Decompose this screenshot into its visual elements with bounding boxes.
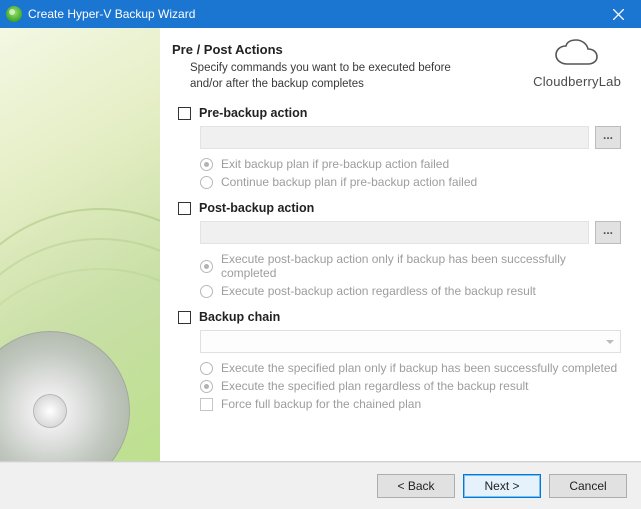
pre-radio-exit-row[interactable]: Exit backup plan if pre-backup action fa… [200, 157, 621, 171]
post-backup-browse-button[interactable]: ... [595, 221, 621, 244]
post-backup-checkbox[interactable] [178, 202, 191, 215]
pre-radio-continue-row[interactable]: Continue backup plan if pre-backup actio… [200, 175, 621, 189]
post-backup-heading: Post-backup action [199, 201, 314, 215]
window-title: Create Hyper-V Backup Wizard [28, 7, 195, 21]
checkbox-icon [200, 398, 213, 411]
pre-backup-browse-button[interactable]: ... [595, 126, 621, 149]
pre-backup-command-input[interactable] [200, 126, 589, 149]
side-art [0, 28, 160, 461]
main-pane: Pre / Post Actions Specify commands you … [160, 28, 641, 461]
radio-icon [200, 362, 213, 375]
chain-force-full-label: Force full backup for the chained plan [221, 397, 421, 411]
page-subtitle: Specify commands you want to be executed… [190, 61, 460, 92]
chain-force-full-row[interactable]: Force full backup for the chained plan [200, 397, 621, 411]
pre-backup-checkbox[interactable] [178, 107, 191, 120]
post-radio-regardless-label: Execute post-backup action regardless of… [221, 284, 536, 298]
radio-icon [200, 260, 213, 273]
pre-backup-heading: Pre-backup action [199, 106, 307, 120]
radio-icon [200, 380, 213, 393]
chain-radio-regardless-label: Execute the specified plan regardless of… [221, 379, 529, 393]
chevron-down-icon [606, 340, 614, 344]
chain-radio-success-label: Execute the specified plan only if backu… [221, 361, 617, 375]
radio-icon [200, 158, 213, 171]
post-radio-success-row[interactable]: Execute post-backup action only if backu… [200, 252, 621, 280]
brand-name: CloudberryLab [533, 74, 621, 89]
close-button[interactable] [596, 0, 641, 28]
back-button[interactable]: < Back [377, 474, 455, 498]
pre-backup-section: Pre-backup action ... Exit backup plan i… [172, 106, 621, 193]
close-icon [613, 9, 624, 20]
app-icon [6, 6, 22, 22]
titlebar: Create Hyper-V Backup Wizard [0, 0, 641, 28]
post-radio-regardless-row[interactable]: Execute post-backup action regardless of… [200, 284, 621, 298]
pre-radio-continue-label: Continue backup plan if pre-backup actio… [221, 175, 477, 189]
post-radio-success-label: Execute post-backup action only if backu… [221, 252, 621, 280]
chain-radio-success-row[interactable]: Execute the specified plan only if backu… [200, 361, 621, 375]
backup-chain-checkbox[interactable] [178, 311, 191, 324]
brand-logo: CloudberryLab [533, 38, 621, 106]
backup-chain-plan-combo[interactable] [200, 330, 621, 353]
post-backup-command-input[interactable] [200, 221, 589, 244]
wizard-footer: < Back Next > Cancel [0, 462, 641, 509]
cancel-button[interactable]: Cancel [549, 474, 627, 498]
page-title: Pre / Post Actions [172, 42, 533, 57]
post-backup-section: Post-backup action ... Execute post-back… [172, 201, 621, 302]
radio-icon [200, 176, 213, 189]
next-button[interactable]: Next > [463, 474, 541, 498]
radio-icon [200, 285, 213, 298]
chain-radio-regardless-row[interactable]: Execute the specified plan regardless of… [200, 379, 621, 393]
cloud-icon [551, 38, 603, 72]
pre-radio-exit-label: Exit backup plan if pre-backup action fa… [221, 157, 449, 171]
backup-chain-heading: Backup chain [199, 310, 280, 324]
backup-chain-section: Backup chain Execute the specified plan … [172, 310, 621, 415]
